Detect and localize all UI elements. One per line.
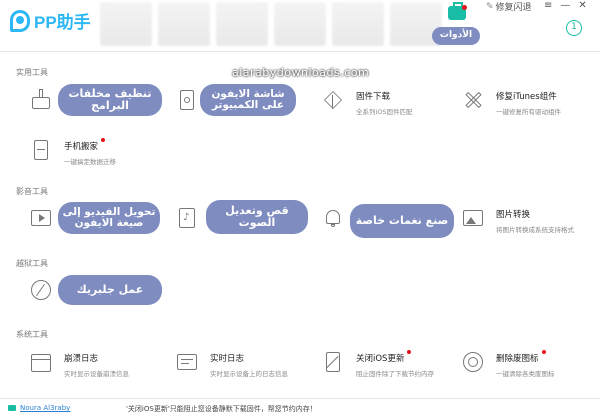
delete-icon-icon [462, 351, 484, 373]
tool-name: 删除废图标 [496, 350, 546, 364]
nav-tab-blurred[interactable] [100, 2, 152, 46]
tool-crash-log[interactable]: 崩溃日志 实时显示设备崩溃信息 [30, 342, 129, 382]
overlay-label-audio-edit: قص وتعديل الصوت [206, 200, 308, 234]
section-title-jailbreak: 越狱工具 [16, 259, 48, 268]
new-badge-dot [407, 350, 412, 354]
tool-ringtone-maker[interactable] [322, 198, 344, 238]
overlay-label-ringtone-maker: صنع نغمات خاصة [350, 204, 454, 238]
section-title-media: 影音工具 [16, 187, 48, 196]
cube-icon [322, 89, 344, 111]
pp-logo-icon [10, 9, 30, 32]
nav-tab-blurred[interactable] [332, 2, 384, 46]
tool-text: 修复iTunes组件 一键修复所有驱动组件 [496, 84, 561, 116]
main-nav-blurred [100, 2, 442, 46]
tool-image-convert[interactable]: 图片转换 将图片转换成系统支持格式 [462, 198, 574, 238]
tool-desc: 实时显示设备上的日志信息 [210, 370, 288, 378]
section-title-system: 系统工具 [16, 330, 48, 339]
tool-clean-junk[interactable] [30, 80, 52, 120]
tool-desc: 将图片转换成系统支持格式 [496, 226, 574, 234]
app-logo[interactable]: PP助手 [10, 8, 91, 33]
tool-name: 手机搬家 [64, 138, 106, 152]
toolbox-overlay-label: الأدوات [432, 27, 480, 45]
tool-screen-mirror[interactable] [176, 80, 198, 120]
music-icon: ♪ [176, 207, 198, 229]
nav-tab-blurred[interactable] [216, 2, 268, 46]
tool-name: 实时日志 [210, 354, 245, 364]
overlay-label-clean-junk: تنظيف مخلفات البرامج [58, 84, 162, 116]
top-bar: PP助手 الأدوات ✎ 修复闪退 ≡ — ✕ 1 [0, 0, 600, 52]
app-title: PP助手 [34, 13, 91, 32]
menu-button[interactable]: ≡ [544, 0, 552, 11]
tool-desc: 一键搞定数据迁移 [64, 158, 116, 166]
screen-icon [176, 89, 198, 111]
wrench-icon: ✎ [486, 1, 494, 12]
tool-name: 修复iTunes组件 [496, 92, 557, 102]
overlay-label-video-convert: تحويل الفيديو إلى صيغة الايفون [58, 202, 160, 234]
download-manager-icon[interactable]: 1 [566, 20, 582, 36]
tool-desc: 全系列iOS固件匹配 [356, 108, 413, 116]
tool-repair-itunes[interactable]: 修复iTunes组件 一键修复所有驱动组件 [462, 80, 561, 120]
status-message: '关闭iOS更新'只能阻止您设备静默下载固件，帮您节约内存！ [126, 405, 317, 413]
tool-name: 崩溃日志 [64, 354, 99, 364]
new-badge-dot [101, 138, 106, 142]
toolbox-tab[interactable] [436, 2, 478, 20]
image-icon [462, 207, 484, 229]
transfer-icon [30, 139, 52, 161]
tool-delete-invalid-icons[interactable]: 删除废图标 一键清除各类废图标 [462, 342, 555, 382]
video-icon [30, 207, 52, 229]
tool-text: 崩溃日志 实时显示设备崩溃信息 [64, 346, 129, 378]
section-title-utility: 实用工具 [16, 68, 48, 77]
overlay-label-jailbreak: عمل جلبريك [58, 275, 162, 305]
overlay-label-screen-mirror: شاشة الايفون على الكمبيوتر [200, 84, 296, 116]
tool-audio-edit[interactable]: ♪ [176, 198, 198, 238]
status-link[interactable]: Noura Al3raby [20, 404, 70, 412]
bell-icon [322, 207, 344, 229]
nav-tab-blurred[interactable] [274, 2, 326, 46]
tool-phone-transfer[interactable]: 手机搬家 一键搞定数据迁移 [30, 130, 116, 170]
tool-realtime-log[interactable]: 实时日志 实时显示设备上的日志信息 [176, 342, 288, 382]
repair-crash-label: 修复闪退 [495, 3, 532, 13]
block-update-icon [322, 351, 344, 373]
tool-text: 实时日志 实时显示设备上的日志信息 [210, 346, 288, 378]
tool-name: 固件下载 [356, 92, 391, 102]
tool-text: 图片转换 将图片转换成系统支持格式 [496, 202, 574, 234]
tool-firmware-download[interactable]: 固件下载 全系列iOS固件匹配 [322, 80, 413, 120]
tool-text: 关闭iOS更新 阻止固件除了下载节约内存 [356, 346, 434, 378]
tool-name: 关闭iOS更新 [356, 350, 412, 364]
tool-block-ios-update[interactable]: 关闭iOS更新 阻止固件除了下载节约内存 [322, 342, 434, 382]
repair-crash-link[interactable]: ✎ 修复闪退 [486, 0, 532, 14]
tool-name: 图片转换 [496, 210, 531, 220]
nav-tab-blurred[interactable] [158, 2, 210, 46]
tool-text: 删除废图标 一键清除各类废图标 [496, 346, 555, 378]
tool-text: 手机搬家 一键搞定数据迁移 [64, 134, 116, 166]
status-icon [8, 405, 16, 411]
close-button[interactable]: ✕ [578, 0, 586, 11]
tool-desc: 一键修复所有驱动组件 [496, 108, 561, 116]
log-icon [176, 351, 198, 373]
tool-video-convert[interactable] [30, 198, 52, 238]
tool-text: 固件下载 全系列iOS固件匹配 [356, 84, 413, 116]
watermark-text: alarabydownloads.com [232, 66, 370, 79]
new-badge-dot [541, 350, 546, 354]
broom-icon [30, 89, 52, 111]
window-controls: ≡ — ✕ [544, 0, 587, 11]
status-bar: Noura Al3raby '关闭iOS更新'只能阻止您设备静默下载固件，帮您节… [0, 398, 600, 415]
notification-dot [462, 5, 467, 10]
tools-icon [462, 89, 484, 111]
jailbreak-icon [30, 279, 52, 301]
minimize-button[interactable]: — [560, 0, 570, 11]
tool-desc: 实时显示设备崩溃信息 [64, 370, 129, 378]
tool-desc: 一键清除各类废图标 [496, 370, 555, 378]
tool-jailbreak[interactable] [30, 270, 52, 310]
tool-desc: 阻止固件除了下载节约内存 [356, 370, 434, 378]
calendar-icon [30, 351, 52, 373]
